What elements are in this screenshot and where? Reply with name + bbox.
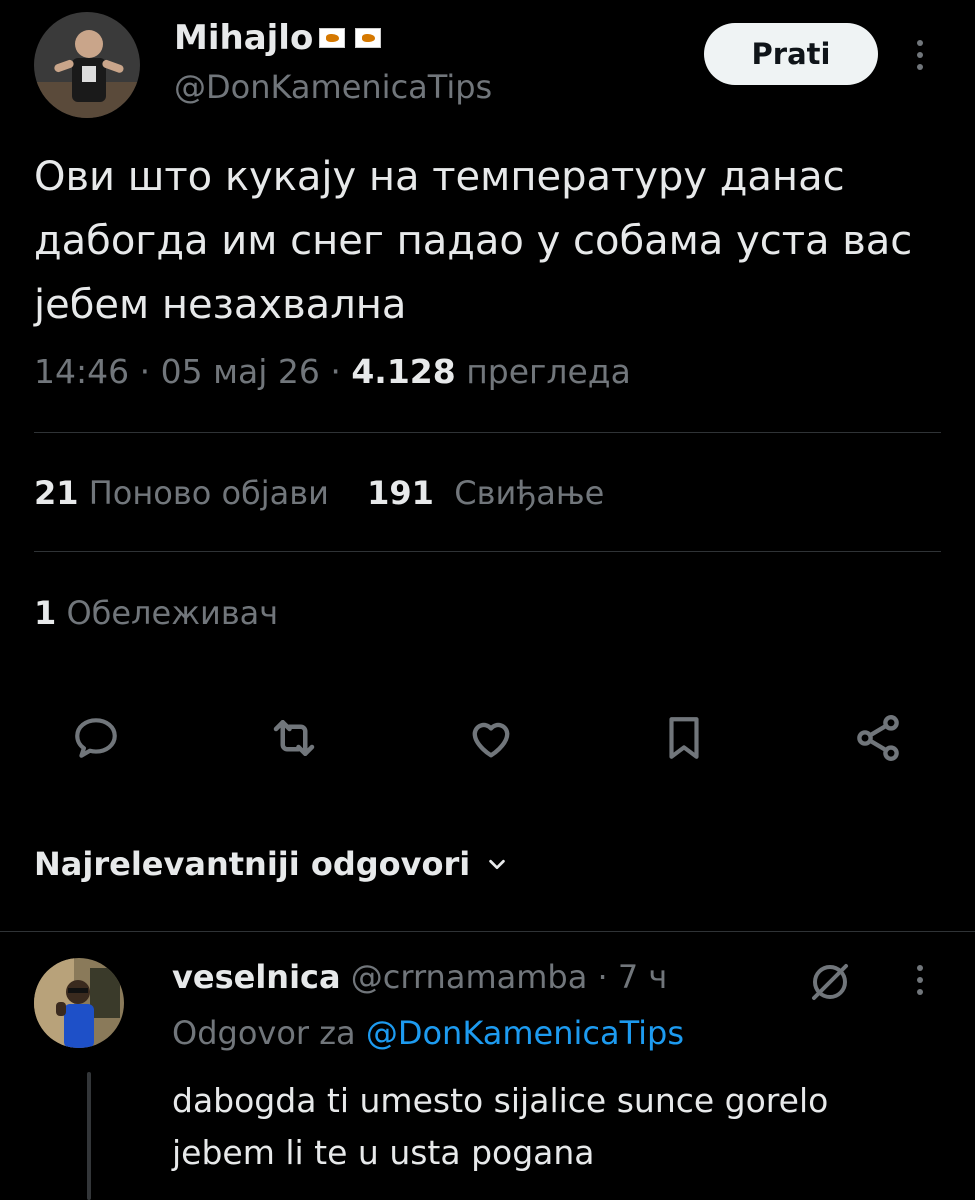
reply-to-label: Odgovor za — [172, 1014, 356, 1052]
reply-to-line: Odgovor za @DonKamenicaTips — [172, 1014, 684, 1052]
likes-count: 191 — [367, 474, 434, 512]
tweet-date[interactable]: 05 мај 26 — [161, 352, 320, 391]
reply-author-handle[interactable]: @crrnamamba — [351, 958, 588, 996]
bookmarks-count: 1 — [34, 594, 57, 632]
tweet-meta: 14:46 · 05 мај 26 · 4.128 прегледа — [34, 352, 631, 391]
author-display-name[interactable]: Mihajlo — [174, 18, 382, 58]
author-avatar[interactable] — [34, 12, 140, 118]
bookmark-icon[interactable] — [656, 710, 712, 766]
like-icon[interactable] — [463, 710, 519, 766]
bookmarks-stat[interactable]: 1 Обележивач — [34, 594, 278, 632]
likes-label: Свиђање — [454, 474, 605, 512]
engagement-stats: 21 Поново објави 191 Свиђање — [34, 474, 632, 512]
grok-icon[interactable] — [806, 958, 854, 1006]
share-icon[interactable] — [850, 710, 906, 766]
likes-stat[interactable]: 191 Свиђање — [367, 474, 604, 512]
reposts-count: 21 — [34, 474, 79, 512]
tweet-time[interactable]: 14:46 — [34, 352, 129, 391]
follow-button[interactable]: Prati — [704, 23, 878, 85]
divider — [0, 931, 975, 932]
bookmarks-label: Обележивач — [66, 594, 279, 632]
reply-author-name[interactable]: veselnica — [172, 958, 341, 996]
bookmarks-stats: 1 Обележивач — [34, 594, 306, 632]
reply-author-avatar[interactable] — [34, 958, 124, 1048]
reply-time[interactable]: 7 ч — [618, 958, 667, 996]
author-name-text[interactable]: Mihajlo — [174, 18, 313, 58]
replies-sort-dropdown[interactable]: Najrelevantniji odgovori — [34, 845, 508, 883]
views-count: 4.128 — [351, 352, 456, 391]
cyprus-flag-icon — [355, 28, 382, 48]
reply-text: dabogda ti umesto sijalice sunce gorelo … — [172, 1081, 829, 1172]
reply-header: veselnica @crrnamamba · 7 ч — [172, 958, 668, 996]
reply-icon[interactable] — [68, 710, 124, 766]
views-label: прегледа — [466, 352, 631, 391]
reposts-label: Поново објави — [88, 474, 329, 512]
replies-sort-label: Najrelevantniji odgovori — [34, 845, 471, 883]
more-options-icon[interactable] — [910, 40, 930, 70]
divider — [34, 551, 941, 552]
repost-icon[interactable] — [266, 710, 322, 766]
cyprus-flag-icon — [319, 28, 346, 48]
reposts-stat[interactable]: 21 Поново објави — [34, 474, 329, 512]
thread-line — [87, 1072, 91, 1200]
reply-to-handle-link[interactable]: @DonKamenicaTips — [366, 1014, 684, 1052]
tweet-text: Ови што кукају на температуру данас дабо… — [34, 154, 913, 328]
author-handle[interactable]: @DonKamenicaTips — [174, 68, 492, 106]
reply-more-options-icon[interactable] — [910, 965, 930, 995]
chevron-down-icon — [489, 859, 506, 870]
divider — [34, 432, 941, 433]
